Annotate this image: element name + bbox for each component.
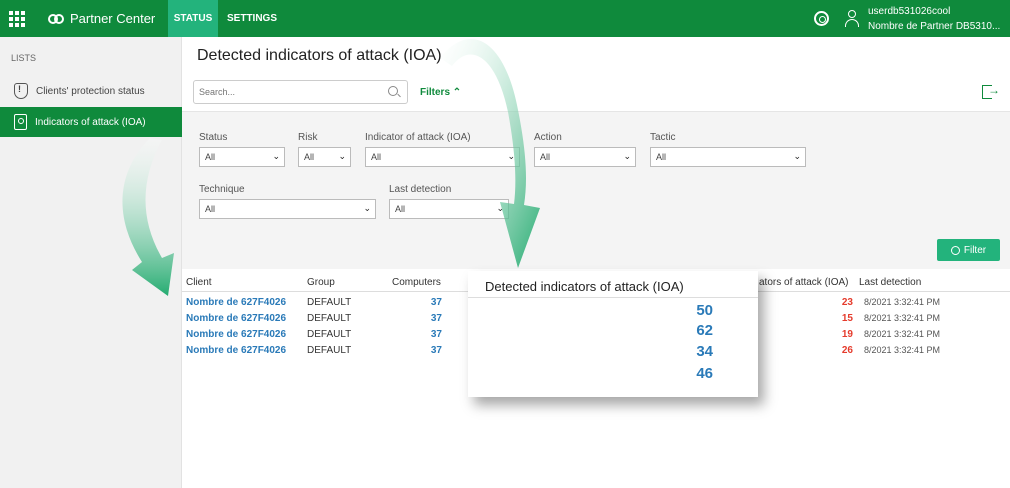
callout-title: Detected indicators of attack (IOA) (485, 279, 684, 294)
sidebar-item-label: Indicators of attack (IOA) (35, 116, 146, 128)
chevron-down-icon: ⌄ (496, 203, 504, 213)
chevron-down-icon: ⌄ (507, 151, 515, 161)
tab-settings[interactable]: SETTINGS (227, 0, 277, 37)
computers-link[interactable]: 37 (412, 345, 442, 356)
ioa-callout: Detected indicators of attack (IOA) 50 6… (468, 271, 758, 397)
app-grid-button[interactable] (0, 0, 34, 37)
action-filter-value: All (540, 152, 551, 162)
client-link[interactable]: Nombre de 627F4026 (186, 329, 286, 340)
client-link[interactable]: Nombre de 627F4026 (186, 297, 286, 308)
chevron-down-icon: ⌄ (623, 151, 631, 161)
sidebar-item-protection-status[interactable]: Clients' protection status (0, 76, 182, 106)
user-name[interactable]: userdb531026cool (868, 6, 950, 17)
callout-value: 46 (696, 365, 713, 382)
ioa-filter-label: Indicator of attack (IOA) (365, 132, 471, 143)
group-cell: DEFAULT (307, 313, 352, 324)
status-filter-value: All (205, 152, 216, 162)
tactic-filter-value: All (656, 152, 667, 162)
callout-value: 62 (696, 322, 713, 339)
tactic-filter-label: Tactic (650, 132, 676, 143)
ioa-filter-select[interactable]: All ⌄ (365, 147, 520, 167)
toolbar: Filters ⌃ (182, 75, 1010, 112)
export-icon[interactable] (982, 83, 1000, 99)
callout-value: 50 (696, 302, 713, 319)
brand-name: Partner Center (70, 11, 156, 26)
badge-icon (14, 114, 27, 130)
tactic-filter-select[interactable]: All ⌄ (650, 147, 806, 167)
technique-filter-label: Technique (199, 184, 245, 195)
technique-filter-value: All (205, 204, 216, 214)
ioa-filter-value: All (371, 152, 382, 162)
filters-toggle[interactable]: Filters ⌃ (420, 87, 461, 98)
filters-label: Filters (420, 87, 451, 98)
risk-filter-select[interactable]: All ⌄ (298, 147, 351, 167)
risk-filter-value: All (304, 152, 315, 162)
callout-value: 34 (696, 343, 713, 360)
search-input[interactable] (193, 80, 408, 104)
filter-button-label: Filter (963, 244, 987, 256)
risk-filter-label: Risk (298, 132, 318, 143)
technique-filter-select[interactable]: All ⌄ (199, 199, 376, 219)
action-filter-select[interactable]: All ⌄ (534, 147, 636, 167)
last-detection-filter-label: Last detection (389, 184, 452, 195)
callout-divider (468, 297, 758, 298)
filter-panel: Status All ⌄ Risk All ⌄ Indicator of attac… (182, 112, 1010, 269)
gear-icon[interactable] (814, 11, 829, 26)
shield-icon (14, 83, 28, 99)
search-icon (950, 245, 960, 255)
brand[interactable]: Partner Center (48, 0, 155, 37)
sidebar-title: LISTS (11, 53, 37, 63)
computers-link[interactable]: 37 (412, 297, 442, 308)
chevron-up-icon: ⌃ (452, 87, 462, 98)
top-bar: Partner Center STATUS SETTINGS userdb531… (0, 0, 1010, 37)
status-filter-select[interactable]: All ⌄ (199, 147, 285, 167)
tab-status[interactable]: STATUS (168, 0, 218, 37)
ioa-count-link[interactable]: 15 (833, 313, 853, 324)
user-icon[interactable] (845, 10, 859, 28)
last-detection-cell: 8/2021 3:32:41 PM (864, 329, 941, 339)
chevron-down-icon: ⌄ (272, 151, 280, 161)
group-cell: DEFAULT (307, 345, 352, 356)
sidebar: LISTS Clients' protection status Indicat… (0, 37, 182, 488)
group-cell: DEFAULT (307, 297, 352, 308)
column-group[interactable]: Group (307, 277, 335, 288)
status-filter-label: Status (199, 132, 228, 143)
column-ioa[interactable]: ators of attack (IOA) (759, 277, 848, 288)
ioa-count-link[interactable]: 26 (833, 345, 853, 356)
partner-logo-icon (48, 13, 64, 24)
user-partner-name[interactable]: Nombre de Partner DB5310... (868, 21, 1000, 32)
client-link[interactable]: Nombre de 627F4026 (186, 313, 286, 324)
column-client[interactable]: Client (186, 277, 212, 288)
last-detection-filter-select[interactable]: All ⌄ (389, 199, 509, 219)
chevron-down-icon: ⌄ (338, 151, 346, 161)
computers-link[interactable]: 37 (412, 313, 442, 324)
column-last-detection[interactable]: Last detection (859, 277, 921, 288)
search-icon[interactable] (388, 86, 398, 96)
sidebar-item-label: Clients' protection status (36, 85, 145, 97)
group-cell: DEFAULT (307, 329, 352, 340)
computers-link[interactable]: 37 (412, 329, 442, 340)
chevron-down-icon: ⌄ (793, 151, 801, 161)
last-detection-cell: 8/2021 3:32:41 PM (864, 313, 941, 323)
last-detection-filter-value: All (395, 204, 406, 214)
action-filter-label: Action (534, 132, 562, 143)
grid-icon (9, 10, 25, 27)
last-detection-cell: 8/2021 3:32:41 PM (864, 345, 941, 355)
filter-button[interactable]: Filter (937, 239, 1000, 261)
ioa-count-link[interactable]: 23 (833, 297, 853, 308)
column-computers[interactable]: Computers (392, 277, 441, 288)
sidebar-item-ioa[interactable]: Indicators of attack (IOA) (0, 107, 182, 137)
ioa-count-link[interactable]: 19 (833, 329, 853, 340)
last-detection-cell: 8/2021 3:32:41 PM (864, 297, 941, 307)
client-link[interactable]: Nombre de 627F4026 (186, 345, 286, 356)
chevron-down-icon: ⌄ (363, 203, 371, 213)
page-title: Detected indicators of attack (IOA) (197, 47, 442, 64)
